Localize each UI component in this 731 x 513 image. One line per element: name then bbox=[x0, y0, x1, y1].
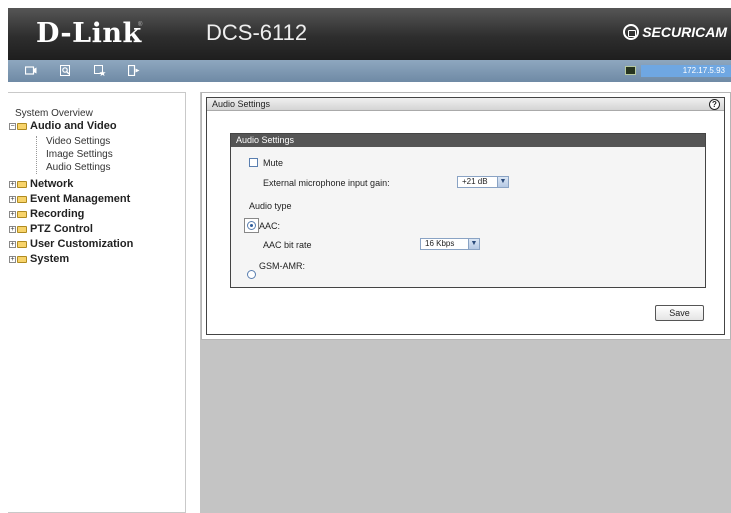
sidebar-item-video-settings[interactable]: Video Settings bbox=[46, 136, 110, 147]
sidebar-group-label: System bbox=[30, 253, 70, 265]
securicam-logo: SECURICAM bbox=[623, 24, 727, 40]
save-button[interactable]: Save bbox=[655, 305, 704, 321]
folder-icon bbox=[17, 180, 27, 188]
section-title: Audio Settings bbox=[231, 134, 705, 147]
mic-gain-label: External microphone input gain: bbox=[263, 178, 390, 188]
sidebar-group-system[interactable]: + System bbox=[9, 253, 69, 265]
aac-radio[interactable] bbox=[247, 221, 256, 230]
sidebar-group-recording[interactable]: + Recording bbox=[9, 208, 84, 220]
folder-icon bbox=[17, 195, 27, 203]
collapse-icon[interactable]: − bbox=[9, 122, 16, 130]
gsm-amr-radio[interactable] bbox=[247, 270, 256, 279]
aac-bitrate-select[interactable]: 16 Kbps ▼ bbox=[420, 238, 480, 250]
camera-model: DCS-6112 bbox=[206, 20, 308, 45]
sidebar-item-system-overview[interactable]: System Overview bbox=[15, 108, 93, 119]
sidebar-group-network[interactable]: + Network bbox=[9, 178, 73, 190]
expand-icon[interactable]: + bbox=[9, 240, 16, 248]
audio-type-label: Audio type bbox=[249, 201, 292, 211]
sidebar-group-ptz-control[interactable]: + PTZ Control bbox=[9, 223, 93, 235]
brand-logo: D-Link bbox=[36, 18, 142, 49]
gsm-amr-label: GSM-AMR: bbox=[259, 261, 305, 271]
expand-icon[interactable]: + bbox=[9, 225, 16, 233]
sidebar-group-label: Network bbox=[30, 178, 74, 190]
sidebar-group-label: User Customization bbox=[30, 238, 134, 250]
sidebar-group-event-management[interactable]: + Event Management bbox=[9, 193, 130, 205]
folder-open-icon bbox=[17, 122, 27, 130]
folder-icon bbox=[17, 240, 27, 248]
folder-icon bbox=[17, 225, 27, 233]
sidebar-group-audio-and-video[interactable]: − Audio and Video bbox=[9, 120, 117, 132]
monitor-icon bbox=[625, 66, 636, 75]
header-bar: D-Link ® DCS-6112 SECURICAM bbox=[8, 8, 731, 60]
expand-icon[interactable]: + bbox=[9, 180, 16, 188]
mic-gain-value: +21 dB bbox=[462, 177, 488, 186]
securicam-text: SECURICAM bbox=[642, 24, 727, 40]
expand-icon[interactable]: + bbox=[9, 255, 16, 263]
registered-mark: ® bbox=[138, 22, 143, 28]
folder-icon bbox=[17, 255, 27, 263]
securicam-lock-icon bbox=[623, 24, 640, 40]
aac-bitrate-value: 16 Kbps bbox=[425, 239, 455, 248]
aac-bitrate-label: AAC bit rate bbox=[263, 240, 312, 250]
help-icon[interactable]: ? bbox=[709, 99, 720, 110]
folder-icon bbox=[17, 210, 27, 218]
toolbar: 172.17.5.93 bbox=[8, 60, 731, 82]
expand-icon[interactable]: + bbox=[9, 195, 16, 203]
aac-label: AAC: bbox=[259, 221, 281, 231]
sidebar-group-label: Recording bbox=[30, 208, 85, 220]
favorite-icon[interactable] bbox=[94, 65, 106, 76]
mute-label: Mute bbox=[263, 158, 284, 168]
logout-icon[interactable] bbox=[128, 65, 140, 76]
search-icon[interactable] bbox=[60, 65, 72, 76]
camera-icon[interactable] bbox=[25, 65, 37, 76]
chevron-down-icon: ▼ bbox=[468, 239, 479, 249]
sidebar-group-label: Audio and Video bbox=[30, 120, 117, 132]
sidebar-item-image-settings[interactable]: Image Settings bbox=[46, 149, 113, 160]
page-title: Audio Settings bbox=[207, 98, 724, 111]
sidebar-group-label: Event Management bbox=[30, 193, 131, 205]
sidebar-group-label: PTZ Control bbox=[30, 223, 93, 235]
ip-address: 172.17.5.93 bbox=[641, 65, 731, 77]
sidebar-group-user-customization[interactable]: + User Customization bbox=[9, 238, 133, 250]
mic-gain-select[interactable]: +21 dB ▼ bbox=[457, 176, 509, 188]
tree-connector bbox=[36, 136, 37, 174]
mute-checkbox[interactable] bbox=[249, 158, 258, 167]
expand-icon[interactable]: + bbox=[9, 210, 16, 218]
chevron-down-icon: ▼ bbox=[497, 177, 508, 187]
sidebar-item-audio-settings[interactable]: Audio Settings bbox=[46, 162, 111, 173]
